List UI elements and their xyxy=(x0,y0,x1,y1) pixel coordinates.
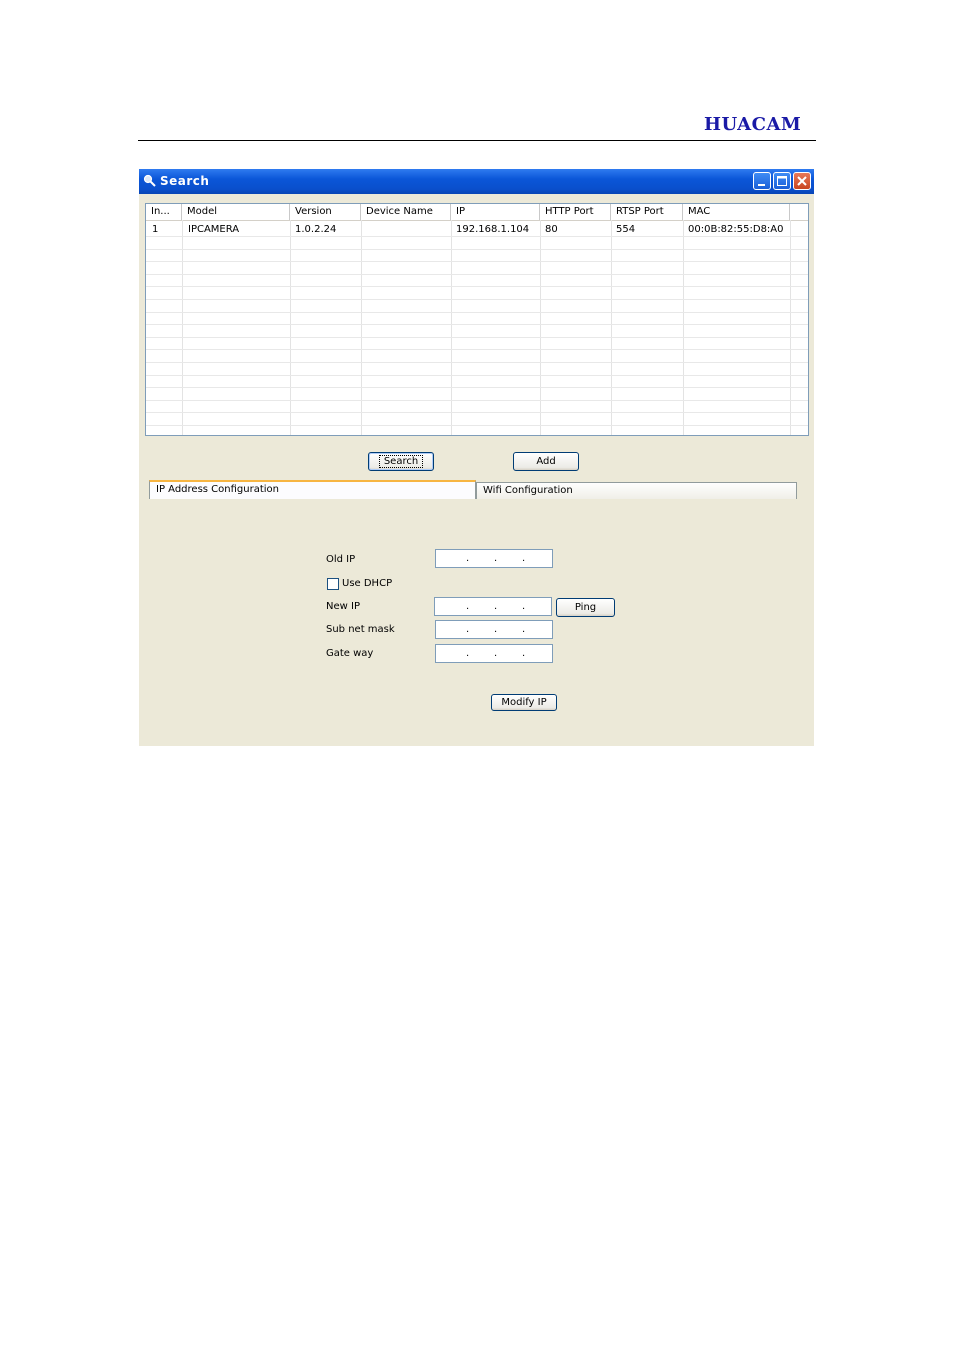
subnet-mask-field[interactable]: ... xyxy=(435,620,553,639)
cell-http-port: 80 xyxy=(545,224,558,235)
add-button-label: Add xyxy=(536,456,556,467)
grid-row-line xyxy=(146,349,808,351)
modify-ip-button-label: Modify IP xyxy=(501,697,547,708)
gateway-label: Gate way xyxy=(326,648,374,659)
use-dhcp-label: Use DHCP xyxy=(342,578,393,589)
tab-ip-address-configuration[interactable]: IP Address Configuration xyxy=(149,480,476,499)
cell-rtsp-port: 554 xyxy=(616,224,636,235)
grid-row-line xyxy=(146,261,808,263)
grid-line xyxy=(540,220,541,435)
grid-row-line xyxy=(146,248,808,250)
old-ip-field[interactable]: ... xyxy=(435,549,553,568)
maximize-icon xyxy=(777,176,787,186)
cell-model: IPCAMERA xyxy=(188,224,240,235)
ping-button[interactable]: Ping xyxy=(556,598,615,617)
gateway-field[interactable]: ... xyxy=(435,644,553,663)
grid-row-line xyxy=(146,311,808,313)
column-header-http-port[interactable]: HTTP Port xyxy=(540,204,611,220)
grid-row-line xyxy=(146,374,808,376)
header-divider xyxy=(138,140,816,141)
table-header: In... Model Version Device Name IP HTTP … xyxy=(146,204,808,221)
ping-button-label: Ping xyxy=(574,602,597,613)
column-header-index[interactable]: In... xyxy=(146,204,182,220)
close-button[interactable] xyxy=(793,172,811,190)
grid-line xyxy=(290,220,291,435)
grid-row-line xyxy=(146,399,808,401)
cell-mac: 00:0B:82:55:D8:A0 xyxy=(688,224,784,235)
close-icon xyxy=(797,176,807,186)
grid-row-line xyxy=(146,336,808,338)
grid-row-line xyxy=(146,273,808,275)
grid-line xyxy=(611,220,612,435)
search-button-label: Search xyxy=(378,455,424,468)
search-window: Search In... Model Version Device Name I… xyxy=(139,169,814,746)
new-ip-field[interactable]: ... xyxy=(434,597,552,616)
grid-row-line xyxy=(146,412,808,414)
grid-row-line xyxy=(146,387,808,389)
old-ip-label: Old IP xyxy=(326,554,356,565)
column-header-ip[interactable]: IP xyxy=(451,204,540,220)
add-button[interactable]: Add xyxy=(513,452,579,471)
minimize-icon xyxy=(758,184,765,186)
title-bar[interactable]: Search xyxy=(139,169,814,194)
grid-row-line xyxy=(146,324,808,326)
grid-row-line xyxy=(146,236,808,237)
column-header-model[interactable]: Model xyxy=(182,204,290,220)
grid-line xyxy=(182,220,183,435)
grid-row-line xyxy=(146,299,808,300)
cell-index: 1 xyxy=(152,224,159,235)
new-ip-label: New IP xyxy=(326,601,360,612)
window-title: Search xyxy=(160,174,210,188)
device-list-table[interactable]: In... Model Version Device Name IP HTTP … xyxy=(145,203,809,436)
modify-ip-button[interactable]: Modify IP xyxy=(491,694,557,711)
column-header-device-name[interactable]: Device Name xyxy=(361,204,451,220)
grid-line xyxy=(683,220,684,435)
grid-row-line xyxy=(146,425,808,426)
grid-line xyxy=(790,220,791,435)
grid-line xyxy=(451,220,452,435)
grid-row-line xyxy=(146,286,808,288)
column-header-version[interactable]: Version xyxy=(290,204,361,220)
cell-version: 1.0.2.24 xyxy=(295,224,337,235)
subnet-mask-label: Sub net mask xyxy=(326,624,395,635)
grid-line xyxy=(361,220,362,435)
minimize-button[interactable] xyxy=(753,172,771,190)
column-header-rtsp-port[interactable]: RTSP Port xyxy=(611,204,683,220)
brand-logo-text: HUACAM xyxy=(704,114,802,135)
search-magnifier-icon xyxy=(143,174,156,187)
grid-row-line xyxy=(146,362,808,363)
use-dhcp-checkbox[interactable] xyxy=(327,578,339,590)
column-header-mac[interactable]: MAC xyxy=(683,204,790,220)
search-button[interactable]: Search xyxy=(368,452,434,471)
maximize-button[interactable] xyxy=(773,172,791,190)
tab-wifi-configuration[interactable]: Wifi Configuration xyxy=(476,482,797,499)
cell-ip: 192.168.1.104 xyxy=(456,224,530,235)
